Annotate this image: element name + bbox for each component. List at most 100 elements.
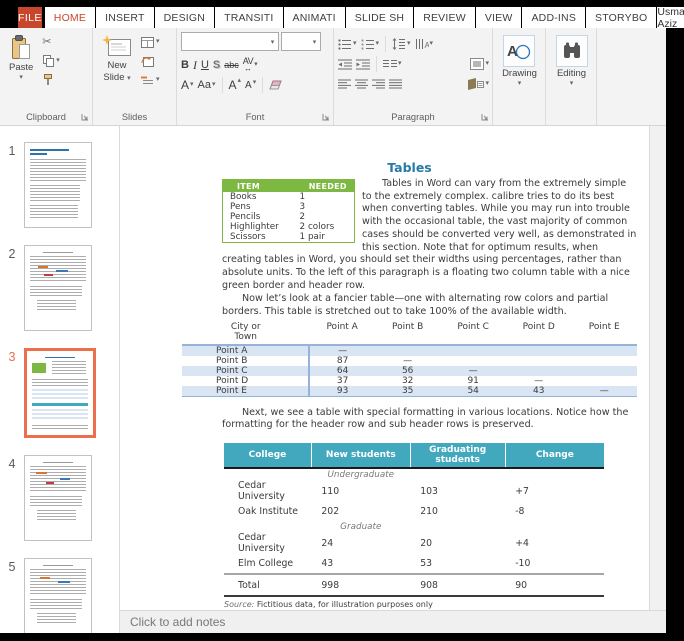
new-slide-icon [102,35,132,59]
editing-button[interactable]: Editing ▾ [551,32,593,125]
distance-header: Point E [571,321,637,345]
section-row-graduate: Graduate [224,521,604,532]
slide-2-thumbnail[interactable] [24,245,92,331]
drawing-label: Drawing [502,69,537,79]
convert-to-smartart-button[interactable]: ▾ [468,78,489,90]
copy-dropdown-caret[interactable]: ▾ [56,58,60,64]
text-shadow-button[interactable]: S [213,59,220,71]
tab-review[interactable]: REVIEW [414,7,475,28]
paragraph-2[interactable]: Now let’s look at a fancier table—one wi… [222,293,637,318]
justify-icon [389,79,402,89]
align-left-button[interactable] [338,79,351,89]
font-dialog-launcher-icon[interactable] [322,113,330,121]
bold-button[interactable]: B [181,59,189,71]
paste-button[interactable]: Paste ▾ [4,32,38,109]
slide-layout-button[interactable]: ▾ [139,34,162,50]
paste-dropdown-caret[interactable]: ▾ [19,75,23,81]
tab-home[interactable]: HOME [45,7,95,28]
tab-addins[interactable]: ADD-INS [522,7,585,28]
tab-transitions[interactable]: TRANSITI [215,7,282,28]
font-group-label: Font [246,112,265,122]
table-row: Point C6456— [182,366,637,376]
decrease-indent-button[interactable] [338,59,352,70]
table-row: Pencils2 [223,212,355,222]
slide-5-thumbnail[interactable] [24,558,92,633]
vertical-scrollbar[interactable] [649,126,666,610]
justify-button[interactable] [389,79,402,89]
strikethrough-button[interactable]: abc [224,60,239,70]
align-text-icon [470,58,484,70]
font-size-combobox[interactable]: ▾ [281,32,321,51]
clipboard-dialog-launcher-icon[interactable] [81,113,89,121]
thumbnail-preview [30,462,86,534]
line-spacing-button[interactable]: ▾ [392,38,411,50]
decrease-font-size-button[interactable]: A ▾ [245,80,256,91]
slide-1-thumbnail[interactable] [24,142,92,228]
slide-page[interactable]: Tables ITEM NEEDED Books1 Pens3 Pencils2… [120,126,649,610]
align-right-button[interactable] [372,79,385,89]
font-name-combobox[interactable]: ▾ [181,32,279,51]
columns-button[interactable]: ▾ [383,59,402,70]
section-caret: ▾ [156,77,160,83]
tab-file[interactable]: FILE [18,7,42,28]
cut-button[interactable]: ✂ [40,34,62,50]
paragraph-3[interactable]: Next, we see a table with special format… [222,407,637,432]
text-direction-button[interactable]: A ▾ [415,38,434,50]
supply-table[interactable]: ITEM NEEDED Books1 Pens3 Pencils2 Highli… [222,179,355,243]
increase-indent-button[interactable] [356,59,370,70]
clear-formatting-button[interactable] [269,80,282,90]
notes-pane[interactable]: Click to add notes [120,610,666,633]
italic-button[interactable]: I [193,58,197,73]
college-table[interactable]: College New students Graduating students… [224,443,604,597]
tab-storyboarding[interactable]: STORYBO [586,7,656,28]
copy-button[interactable]: ▾ [40,53,62,69]
font-name-caret[interactable]: ▾ [267,38,278,46]
ribbon: Paste ▾ ✂ ▾ [0,28,666,126]
tab-slideshow[interactable]: SLIDE SH [346,7,413,28]
paste-label: Paste [9,63,33,73]
align-right-icon [372,79,385,89]
layout-icon [141,37,154,48]
change-case-button[interactable]: Aa ▾ [198,79,216,91]
table-row: Point D373291— [182,376,637,386]
bullets-button[interactable]: ▾ [338,39,357,50]
section-button[interactable]: ▾ [139,72,162,88]
account-user-name[interactable]: Usman Aziz [657,7,684,28]
character-spacing-button[interactable]: AV ↔ ▾ [243,58,258,72]
align-text-button[interactable]: ▾ [470,58,489,70]
college-header-row: College New students Graduating students… [224,443,604,468]
distance-table[interactable]: City or Town Point A Point B Point C Poi… [182,321,637,397]
group-drawing: A Drawing ▾ [493,28,546,125]
source-note[interactable]: Source: Fictitious data, for illustratio… [224,600,637,609]
paragraph-dialog-launcher-icon[interactable] [481,113,489,121]
drawing-button[interactable]: A Drawing ▾ [497,32,542,125]
tab-insert[interactable]: INSERT [96,7,154,28]
new-slide-button[interactable]: New Slide ▾ [97,32,137,109]
slide-3-thumbnail[interactable] [24,348,96,438]
font-size-caret[interactable]: ▾ [309,38,320,46]
text-direction-icon: A [415,38,429,50]
copy-icon [42,55,54,67]
tab-design[interactable]: DESIGN [155,7,214,28]
distance-header-row: City or Town Point A Point B Point C Poi… [182,321,637,345]
table-row: Oak Institute202210-8 [224,502,604,521]
tab-view[interactable]: VIEW [476,7,522,28]
slide-number: 1 [0,142,24,228]
underline-button[interactable]: U [201,59,209,71]
thumbnail-preview [32,357,88,429]
slide-title[interactable]: Tables [182,160,637,175]
increase-font-size-button[interactable]: A ▴ [229,78,242,92]
font-color-button[interactable]: A ▾ [181,78,194,92]
format-painter-icon [42,74,54,86]
thumbnail-slide-2: 2 [0,245,119,331]
thumbnail-slide-1: 1 [0,142,119,228]
format-painter-button[interactable] [40,72,62,88]
tab-animations[interactable]: ANIMATI [284,7,345,28]
numbering-button[interactable]: ▾ [361,39,380,50]
increase-indent-icon [356,59,370,70]
reset-slide-button[interactable] [139,53,162,69]
editing-caret: ▾ [570,81,574,87]
slide-4-thumbnail[interactable] [24,455,92,541]
align-center-button[interactable] [355,79,368,89]
drawing-icon: A [507,41,531,61]
